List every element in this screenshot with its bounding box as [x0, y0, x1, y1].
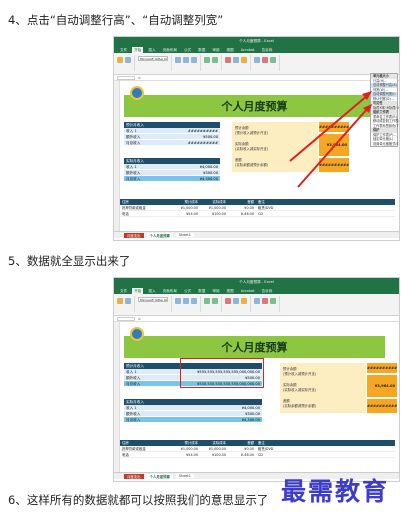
font-name-box[interactable]: Microsoft YaHei UI: [138, 56, 168, 61]
merge-icon[interactable]: [191, 57, 197, 63]
sheet-tab[interactable]: 月度支出: [124, 232, 144, 238]
currency-icon[interactable]: [204, 57, 210, 63]
format-cells-icon[interactable]: [270, 298, 276, 304]
font-group: Microsoft YaHei UI: [138, 55, 172, 71]
wrap-icon[interactable]: [183, 57, 189, 63]
sheet-tab[interactable]: Sheet1: [175, 233, 194, 237]
conditional-format-icon[interactable]: [225, 57, 231, 63]
diff-value[interactable]: ##########: [367, 399, 397, 413]
styles-group: [225, 55, 251, 71]
insert-cells-icon[interactable]: [254, 298, 260, 304]
percent-icon[interactable]: [212, 57, 218, 63]
delete-cells-icon[interactable]: [262, 298, 268, 304]
insert-cells-icon[interactable]: [254, 57, 260, 63]
cut-icon[interactable]: [125, 298, 131, 304]
ribbon-tabs: 文件 开始 插入 页面布局 公式 数据 审阅 视图 Acrobat 告诉我: [114, 287, 399, 294]
watermark-logo: 最需教育: [280, 477, 389, 506]
align-icon[interactable]: [175, 57, 181, 63]
alignment-group: [175, 55, 201, 71]
cell-styles-icon[interactable]: [241, 298, 247, 304]
actual-income-box: 实际月收入 收入 1 ¥4,000.00 额外收入 ¥300.00 月总收入 ¥4,3…: [124, 399, 262, 423]
name-box[interactable]: [117, 75, 135, 80]
paste-icon[interactable]: [117, 298, 123, 304]
sheet-tab[interactable]: Sheet1: [175, 474, 194, 478]
table-format-icon[interactable]: [233, 57, 239, 63]
sheet-tab[interactable]: 月度支出: [124, 473, 144, 479]
highlight-box: [180, 358, 264, 388]
excel-titlebar: 个人月度预算 - Excel: [114, 37, 399, 46]
delete-cells-icon[interactable]: [262, 57, 268, 63]
styles-group: [225, 296, 251, 312]
paste-icon[interactable]: [117, 57, 123, 63]
worksheet-grid: 个人月度预算 预计月收入 收入 1 ¥555,555,555,555,555,00…: [114, 322, 399, 479]
number-group: [204, 55, 222, 71]
merge-icon[interactable]: [191, 298, 197, 304]
expense-table: 住房 预计成本 实际成本 差额 备注 抵押贷款或租金 ¥1,000.00 ¥1,000.00…: [120, 440, 395, 458]
name-box[interactable]: [117, 316, 135, 321]
conditional-format-icon[interactable]: [225, 298, 231, 304]
step-4-text: 4、点击“自动调整行高”、“自动调整列宽”: [8, 13, 224, 27]
step-5-text: 5、数据就全显示出来了: [8, 254, 131, 268]
sheet-tab[interactable]: 个人月度预算: [146, 232, 173, 238]
excel-screenshot-2: 个人月度预算 - Excel 文件 开始 插入 页面布局 公式 数据 审阅 视图…: [113, 277, 400, 482]
cell-styles-icon[interactable]: [241, 57, 247, 63]
alignment-group: [175, 296, 201, 312]
red-arrows: [289, 91, 372, 188]
ribbon: Microsoft YaHei UI: [114, 53, 399, 75]
font-group: Microsoft YaHei UI: [138, 296, 172, 312]
format-cells-icon[interactable]: [270, 57, 276, 63]
ribbon-tabs: 文件 开始 插入 页面布局 公式 数据 审阅 视图 Acrobat 告诉我: [114, 46, 399, 53]
excel-titlebar: 个人月度预算 - Excel: [114, 278, 399, 287]
step-6-text: 6、这样所有的数据就都可以按照我们的意思显示了: [8, 493, 269, 507]
wrap-icon[interactable]: [183, 298, 189, 304]
fx-icon: fx: [138, 316, 141, 321]
clipboard-group: [117, 296, 135, 312]
excel-screenshot-1: 个人月度预算 - Excel 文件 开始 插入 页面布局 公式 数据 审阅 视图…: [113, 36, 400, 241]
font-name-box[interactable]: Microsoft YaHei UI: [138, 297, 168, 302]
percent-icon[interactable]: [212, 298, 218, 304]
sheet-tab[interactable]: 个人月度预算: [146, 473, 173, 479]
number-group: [204, 296, 222, 312]
clipboard-group: [117, 55, 135, 71]
coin-icon: [130, 327, 144, 341]
sheet-title-banner: 个人月度预算: [124, 336, 385, 358]
actual-balance-value[interactable]: ¥3,964.00: [367, 375, 397, 397]
worksheet-grid: 个人月度预算 预计月收入 收入 1 ########## 额外收入 ¥500.00 …: [114, 73, 399, 238]
cells-group: [254, 55, 280, 71]
currency-icon[interactable]: [204, 298, 210, 304]
projected-balance-value[interactable]: ##########: [367, 363, 397, 373]
sheet-title: 个人月度预算: [221, 341, 288, 354]
diff-note: (实际余额减预计余额): [283, 404, 317, 408]
cells-group: [254, 296, 280, 312]
actual-row[interactable]: 月总收入 ¥4,300.00: [124, 417, 262, 423]
table-format-icon[interactable]: [233, 298, 239, 304]
align-icon[interactable]: [175, 298, 181, 304]
ribbon: Microsoft YaHei UI: [114, 294, 399, 316]
cut-icon[interactable]: [125, 57, 131, 63]
projected-balance-note: (预计收入减预计开支): [283, 372, 317, 376]
actual-balance-note: (实际收入减实际开支): [283, 388, 317, 392]
sheet-tabs: 月度支出 个人月度预算 Sheet1: [114, 231, 399, 238]
fx-icon: fx: [138, 75, 141, 80]
table-row[interactable]: 电话 ¥54.00 ¥100.00 ¥-46.00 CD: [120, 452, 395, 458]
